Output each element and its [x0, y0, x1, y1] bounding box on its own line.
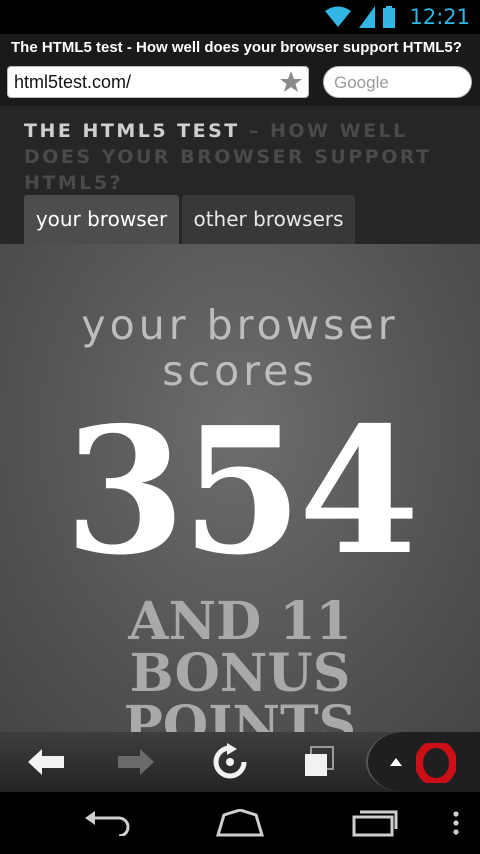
url-field[interactable]: html5test.com/ [7, 66, 309, 98]
tabs-icon[interactable] [296, 740, 340, 784]
address-bar: html5test.com/ Google [0, 62, 480, 106]
score-panel: your browser scores 354 AND 11 BONUS POI… [0, 244, 480, 732]
opera-menu-button[interactable] [366, 732, 480, 792]
bonus-line3: POINTS [123, 695, 357, 733]
forward-arrow-icon[interactable] [114, 740, 158, 784]
site-heading: THE HTML5 TEST – HOW WELL DOES YOUR BROW… [24, 118, 464, 196]
search-field[interactable]: Google [323, 66, 472, 98]
url-text: html5test.com/ [14, 72, 132, 92]
score-value: 354 [64, 390, 419, 594]
bonus-line2: BONUS [129, 643, 351, 704]
bonus-points: AND 11 BONUS POINTS [0, 591, 480, 733]
back-arrow-icon[interactable] [24, 740, 68, 784]
page-title: The HTML5 test - How well does your brow… [0, 34, 480, 62]
opera-logo-icon [416, 743, 456, 783]
wifi-icon [325, 6, 352, 27]
signal-icon [359, 6, 376, 28]
menu-icon[interactable] [446, 806, 466, 840]
clock: 12:21 [409, 5, 470, 29]
score-caption: your browser scores [0, 302, 480, 394]
site-header: THE HTML5 TEST – HOW WELL DOES YOUR BROW… [0, 106, 480, 244]
caret-up-icon [390, 758, 402, 766]
recent-apps-icon[interactable] [348, 806, 402, 840]
system-nav-bar [0, 792, 480, 854]
status-bar: 12:21 [0, 0, 480, 34]
bonus-line1: AND 11 [128, 591, 352, 652]
search-placeholder: Google [334, 73, 389, 92]
back-icon[interactable] [80, 806, 134, 840]
bookmark-star-icon[interactable] [279, 70, 303, 94]
score-caption-line1: your browser [81, 301, 399, 349]
score-caption-line2: scores [162, 347, 318, 395]
tab-your-browser[interactable]: your browser [24, 195, 179, 244]
reload-icon[interactable] [208, 740, 252, 784]
browser-toolbar [0, 732, 480, 792]
home-icon[interactable] [212, 806, 268, 840]
tab-other-browsers[interactable]: other browsers [182, 195, 355, 244]
site-heading-title: THE HTML5 TEST [24, 120, 240, 142]
battery-icon [383, 6, 396, 28]
